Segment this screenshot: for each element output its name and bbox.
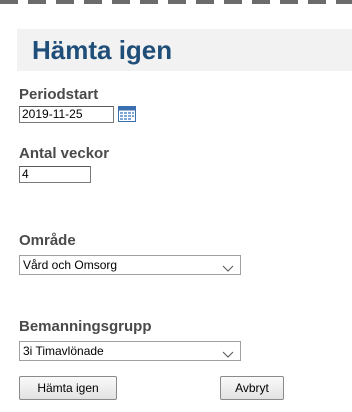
- top-dashed-border: [0, 0, 352, 4]
- calendar-icon[interactable]: [118, 106, 136, 122]
- omrade-selected-value: Vård och Omsorg: [23, 258, 118, 272]
- bemanningsgrupp-select[interactable]: 3i Timavlönade: [19, 341, 241, 361]
- header-bar: Hämta igen: [17, 29, 352, 71]
- antal-veckor-input[interactable]: 4: [19, 166, 91, 183]
- page-title: Hämta igen: [32, 35, 173, 65]
- bemanningsgrupp-selected-value: 3i Timavlönade: [23, 344, 104, 358]
- cancel-button[interactable]: Avbryt: [220, 376, 284, 400]
- fetch-again-button[interactable]: Hämta igen: [19, 376, 117, 400]
- chevron-down-icon: [222, 260, 234, 272]
- period-start-label: Periodstart: [19, 86, 99, 103]
- chevron-down-icon: [222, 346, 234, 358]
- bemanningsgrupp-label: Bemanningsgrupp: [19, 318, 152, 335]
- omrade-select[interactable]: Vård och Omsorg: [19, 255, 241, 275]
- omrade-label: Område: [19, 232, 76, 249]
- antal-veckor-label: Antal veckor: [19, 145, 110, 162]
- period-start-input[interactable]: 2019-11-25: [19, 106, 114, 123]
